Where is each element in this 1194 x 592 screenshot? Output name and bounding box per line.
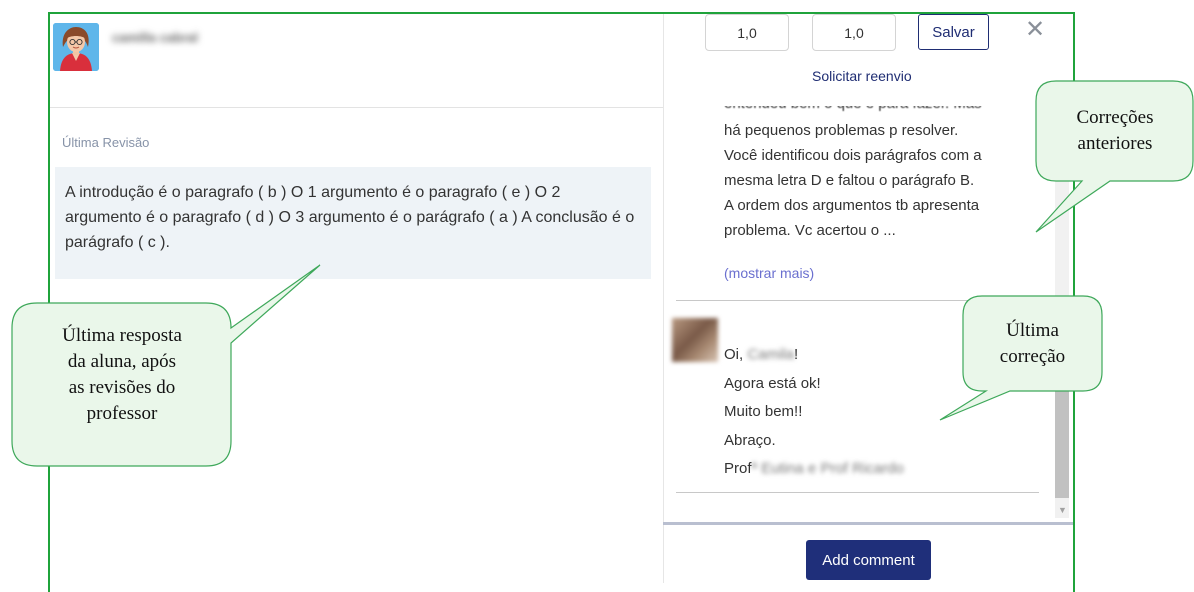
callout-previous-text: Correções anteriores xyxy=(1076,107,1154,154)
callout-student-answer-text: Última resposta da aluna, após as revisõ… xyxy=(62,325,182,424)
callout-annotations xyxy=(11,80,1194,467)
callout-latest-text: Última correção xyxy=(999,320,1066,367)
